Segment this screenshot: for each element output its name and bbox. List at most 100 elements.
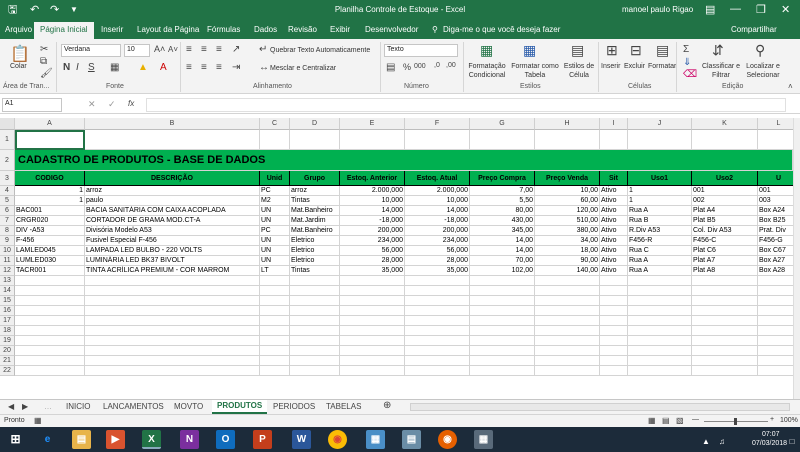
- indent-icon[interactable]: ⇥: [232, 62, 240, 73]
- empty-cell[interactable]: [15, 326, 85, 336]
- file-explorer-icon[interactable]: ▤: [72, 430, 91, 449]
- empty-cell[interactable]: [470, 296, 535, 306]
- empty-cell[interactable]: [470, 336, 535, 346]
- column-title[interactable]: CODIGO: [15, 171, 85, 186]
- tab-formulas[interactable]: Fórmulas: [207, 25, 240, 34]
- empty-cell[interactable]: [290, 346, 340, 356]
- empty-cell[interactable]: [535, 316, 600, 326]
- row-header[interactable]: 2: [0, 150, 15, 171]
- table-cell[interactable]: Mat.Banheiro: [290, 206, 340, 216]
- empty-cell[interactable]: [692, 286, 758, 296]
- table-cell[interactable]: Rua B: [628, 216, 692, 226]
- empty-cell[interactable]: [600, 306, 628, 316]
- merge-center-button[interactable]: Mesclar e Centralizar: [270, 65, 336, 72]
- table-cell[interactable]: 5,50: [470, 196, 535, 206]
- table-cell[interactable]: 14,000: [340, 206, 405, 216]
- empty-cell[interactable]: [692, 366, 758, 376]
- empty-cell[interactable]: [340, 276, 405, 286]
- empty-cell[interactable]: [15, 346, 85, 356]
- row-header[interactable]: 11: [0, 256, 15, 266]
- close-icon[interactable]: ✕: [781, 3, 790, 16]
- insert-cells-icon[interactable]: ⊞: [606, 42, 618, 59]
- sheet-tab-tabelas[interactable]: TABELAS: [326, 402, 361, 411]
- font-name-select[interactable]: Verdana: [61, 44, 121, 57]
- table-cell[interactable]: 10,00: [535, 186, 600, 196]
- table-cell[interactable]: UN: [260, 216, 290, 226]
- table-cell[interactable]: 234,000: [405, 236, 470, 246]
- delete-cells-icon[interactable]: ⊟: [630, 42, 642, 59]
- empty-cell[interactable]: [85, 366, 260, 376]
- empty-cell[interactable]: [85, 356, 260, 366]
- restore-icon[interactable]: ❐: [756, 3, 766, 16]
- column-title[interactable]: Sit: [600, 171, 628, 186]
- table-cell[interactable]: LUMLED030: [15, 256, 85, 266]
- horizontal-scrollbar[interactable]: [410, 403, 790, 411]
- empty-cell[interactable]: [340, 346, 405, 356]
- align-middle-icon[interactable]: ≡: [201, 44, 207, 55]
- empty-cell[interactable]: [340, 286, 405, 296]
- column-header[interactable]: I: [600, 118, 628, 130]
- empty-cell[interactable]: [260, 130, 290, 150]
- format-table-icon[interactable]: ▦: [523, 42, 536, 59]
- empty-cell[interactable]: [600, 346, 628, 356]
- next-sheet-icon[interactable]: ▶: [22, 402, 28, 411]
- table-cell[interactable]: 002: [692, 196, 758, 206]
- empty-cell[interactable]: [85, 286, 260, 296]
- empty-cell[interactable]: [340, 336, 405, 346]
- fill-icon[interactable]: ⇓: [683, 57, 691, 68]
- empty-cell[interactable]: [535, 366, 600, 376]
- empty-cell[interactable]: [15, 316, 85, 326]
- table-cell[interactable]: 2.000,000: [405, 186, 470, 196]
- table-cell[interactable]: 1: [15, 186, 85, 196]
- sheet-tab-periodos[interactable]: PERIODOS: [273, 402, 315, 411]
- empty-cell[interactable]: [600, 286, 628, 296]
- shrink-font-icon[interactable]: A˅: [168, 45, 178, 54]
- table-cell[interactable]: Tintas: [290, 266, 340, 276]
- page-break-view-icon[interactable]: ▧: [676, 416, 684, 425]
- font-color-icon[interactable]: A: [160, 62, 167, 73]
- table-cell[interactable]: PC: [260, 186, 290, 196]
- borders-icon[interactable]: ▦: [110, 62, 119, 73]
- empty-cell[interactable]: [628, 326, 692, 336]
- table-cell[interactable]: Eletrico: [290, 236, 340, 246]
- column-header[interactable]: J: [628, 118, 692, 130]
- empty-cell[interactable]: [470, 316, 535, 326]
- empty-cell[interactable]: [470, 346, 535, 356]
- minimize-icon[interactable]: —: [730, 3, 741, 15]
- table-cell[interactable]: Rua C: [628, 246, 692, 256]
- empty-cell[interactable]: [405, 356, 470, 366]
- clock-time[interactable]: 07:07: [762, 431, 780, 438]
- empty-cell[interactable]: [260, 276, 290, 286]
- column-title[interactable]: Estoq. Anterior: [340, 171, 405, 186]
- empty-cell[interactable]: [260, 326, 290, 336]
- percent-icon[interactable]: %: [403, 62, 411, 72]
- vertical-scrollbar[interactable]: [793, 118, 800, 399]
- empty-cell[interactable]: [290, 130, 340, 150]
- empty-cell[interactable]: [15, 356, 85, 366]
- word-icon[interactable]: W: [292, 430, 311, 449]
- wrap-text-button[interactable]: Quebrar Texto Automaticamente: [270, 47, 370, 54]
- table-cell[interactable]: BAC001: [15, 206, 85, 216]
- empty-cell[interactable]: [692, 276, 758, 286]
- empty-cell[interactable]: [600, 356, 628, 366]
- column-title[interactable]: Estoq. Atual: [405, 171, 470, 186]
- empty-cell[interactable]: [405, 306, 470, 316]
- empty-cell[interactable]: [628, 316, 692, 326]
- table-cell[interactable]: 510,00: [535, 216, 600, 226]
- empty-cell[interactable]: [15, 286, 85, 296]
- table-cell[interactable]: Mat.Banheiro: [290, 226, 340, 236]
- table-cell[interactable]: 90,00: [535, 256, 600, 266]
- empty-cell[interactable]: [290, 366, 340, 376]
- table-cell[interactable]: Plat A4: [692, 206, 758, 216]
- empty-cell[interactable]: [340, 296, 405, 306]
- table-cell[interactable]: 120,00: [535, 206, 600, 216]
- table-cell[interactable]: 35,000: [340, 266, 405, 276]
- app-icon-3[interactable]: ▦: [474, 430, 493, 449]
- table-cell[interactable]: F456-C: [692, 236, 758, 246]
- empty-cell[interactable]: [692, 356, 758, 366]
- grow-font-icon[interactable]: A˄: [154, 44, 165, 54]
- table-cell[interactable]: Ativo: [600, 186, 628, 196]
- table-cell[interactable]: M2: [260, 196, 290, 206]
- table-cell[interactable]: PC: [260, 226, 290, 236]
- empty-cell[interactable]: [470, 366, 535, 376]
